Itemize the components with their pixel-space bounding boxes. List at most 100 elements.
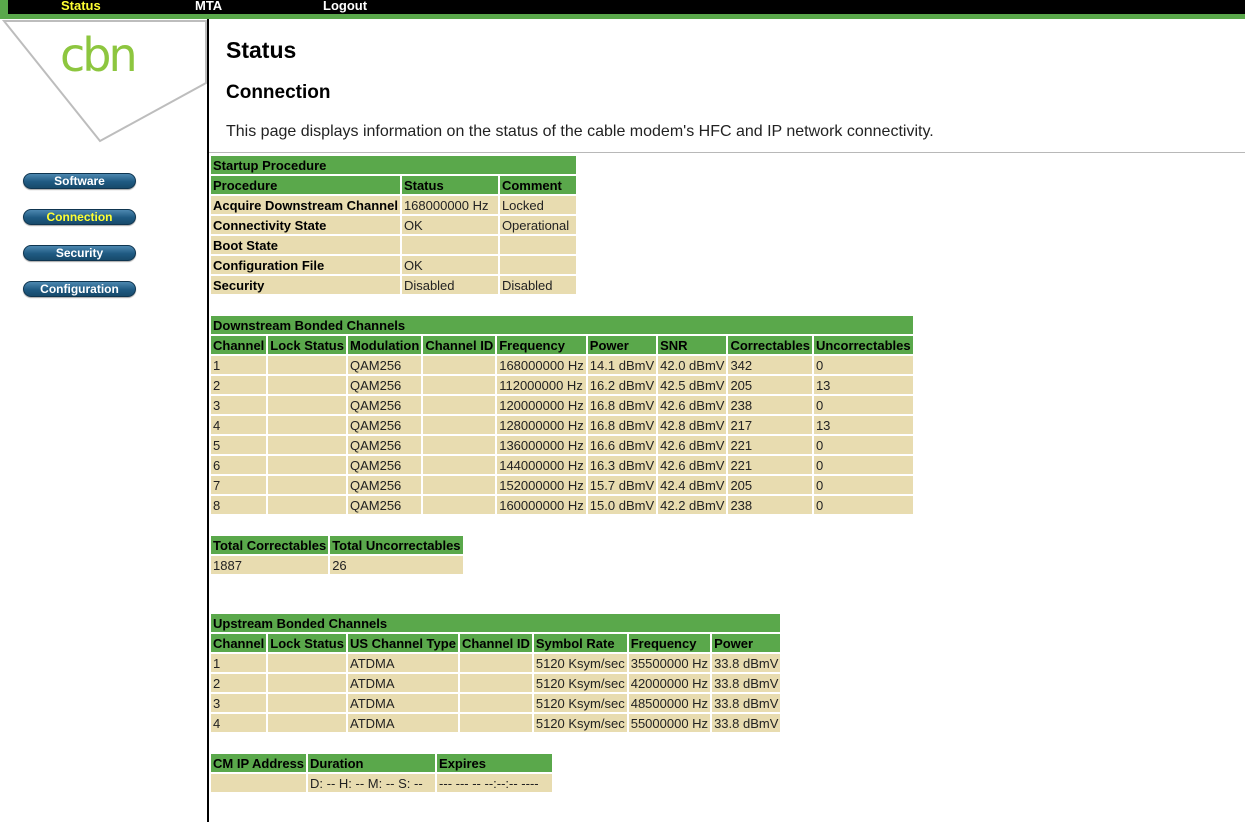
table-row: 7 QAM256 152000000 Hz 15.7 dBmV 42.4 dBmV 205… <box>211 476 913 494</box>
table-cell: 16.8 dBmV <box>587 416 657 434</box>
table-row: 2 ATDMA 5120 Ksym/sec 42000000 Hz 33.8 dBmV <box>211 674 781 692</box>
table-cell <box>423 456 496 474</box>
table-cell: ATDMA <box>347 694 458 712</box>
table-cell: QAM256 <box>347 376 422 394</box>
column-header: Frequency <box>497 336 586 354</box>
table-cell: Configuration File <box>211 256 400 274</box>
table-cell: 16.8 dBmV <box>587 396 657 414</box>
column-header: Channel ID <box>459 634 532 652</box>
table-cell: Locked <box>499 196 576 214</box>
page-description: This page displays information on the st… <box>226 123 934 140</box>
nav-logout[interactable]: Logout <box>323 0 367 13</box>
table-row: Connectivity State OK Operational <box>211 216 576 234</box>
table-row: 3 QAM256 120000000 Hz 16.8 dBmV 42.6 dBmV 238… <box>211 396 913 414</box>
table-cell: QAM256 <box>347 436 422 454</box>
table-cell <box>268 396 346 414</box>
table-cell: ATDMA <box>347 654 458 672</box>
page-title: Status <box>226 37 297 63</box>
sidebar-item-configuration[interactable]: Configuration <box>23 281 136 297</box>
table-cell: 205 <box>728 476 812 494</box>
table-cell: 6 <box>211 456 267 474</box>
table-cell: QAM256 <box>347 356 422 374</box>
table-row: 3 ATDMA 5120 Ksym/sec 48500000 Hz 33.8 dBmV <box>211 694 781 712</box>
table-cell: 42.5 dBmV <box>658 376 727 394</box>
table-cell: 3 <box>211 396 267 414</box>
table-cell: Boot State <box>211 236 400 254</box>
table-row: 5 QAM256 136000000 Hz 16.6 dBmV 42.6 dBmV 221… <box>211 436 913 454</box>
table-row: Boot State <box>211 236 576 254</box>
table-cell: 112000000 Hz <box>497 376 586 394</box>
table-row: 6 QAM256 144000000 Hz 16.3 dBmV 42.6 dBmV 221… <box>211 456 913 474</box>
column-header: Power <box>712 634 781 652</box>
nav-status[interactable]: Status <box>61 0 101 13</box>
table-cell: QAM256 <box>347 496 422 514</box>
table-cell: OK <box>401 256 498 274</box>
column-header: Duration <box>308 754 436 772</box>
table-cell <box>268 714 346 732</box>
table-cell <box>423 476 496 494</box>
nav-mta[interactable]: MTA <box>195 0 222 13</box>
table-cell <box>268 694 346 712</box>
table-row: Acquire Downstream Channel 168000000 Hz … <box>211 196 576 214</box>
table-cell: 5120 Ksym/sec <box>533 674 627 692</box>
table-cell: 33.8 dBmV <box>712 654 781 672</box>
table-cell: 42.4 dBmV <box>658 476 727 494</box>
table-cell: 217 <box>728 416 812 434</box>
table-cell: 55000000 Hz <box>628 714 711 732</box>
total-correctables-value: 1887 <box>211 556 329 574</box>
sidebar-item-software[interactable]: Software <box>23 173 136 189</box>
table-cell <box>268 476 346 494</box>
table-cell: 4 <box>211 416 267 434</box>
table-caption: Startup Procedure <box>211 156 576 174</box>
totals-table: Total Correctables Total Uncorrectables … <box>209 534 465 576</box>
column-header: Channel <box>211 634 267 652</box>
table-row: Configuration File OK <box>211 256 576 274</box>
table-cell: 168000000 Hz <box>497 356 586 374</box>
table-cell <box>268 436 346 454</box>
top-nav-left-accent <box>0 0 8 14</box>
expires-value: --- --- -- --:--:-- ---- <box>437 774 553 792</box>
table-cell: 0 <box>813 476 913 494</box>
table-cell: OK <box>401 216 498 234</box>
table-row: 8 QAM256 160000000 Hz 15.0 dBmV 42.2 dBmV 238… <box>211 496 913 514</box>
table-cell <box>423 356 496 374</box>
sidebar-item-connection[interactable]: Connection <box>23 209 136 225</box>
table-cell: 2 <box>211 674 267 692</box>
startup-procedure-table: Startup Procedure Procedure Status Comme… <box>209 154 578 296</box>
table-cell: 3 <box>211 694 267 712</box>
table-cell: 144000000 Hz <box>497 456 586 474</box>
table-cell <box>401 236 498 254</box>
table-cell: 42.6 dBmV <box>658 456 727 474</box>
table-cell: 205 <box>728 376 812 394</box>
table-cell <box>459 674 532 692</box>
sidebar-item-security[interactable]: Security <box>23 245 136 261</box>
section-title: Connection <box>226 82 331 103</box>
table-row: 2 QAM256 112000000 Hz 16.2 dBmV 42.5 dBmV 205… <box>211 376 913 394</box>
table-cell <box>268 496 346 514</box>
column-header: Lock Status <box>268 336 346 354</box>
table-cell: 120000000 Hz <box>497 396 586 414</box>
table-cell: 42000000 Hz <box>628 674 711 692</box>
table-cell: 238 <box>728 396 812 414</box>
table-cell: 4 <box>211 714 267 732</box>
table-cell <box>268 674 346 692</box>
table-cell: 33.8 dBmV <box>712 694 781 712</box>
brand-logo: cbn <box>60 28 138 82</box>
table-row: 1 ATDMA 5120 Ksym/sec 35500000 Hz 33.8 dBmV <box>211 654 781 672</box>
column-header: Comment <box>499 176 576 194</box>
table-cell: 1 <box>211 654 267 672</box>
table-cell: 33.8 dBmV <box>712 714 781 732</box>
table-cell: 0 <box>813 456 913 474</box>
table-cell: 128000000 Hz <box>497 416 586 434</box>
table-row: 1 QAM256 168000000 Hz 14.1 dBmV 42.0 dBmV 342… <box>211 356 913 374</box>
table-cell: 42.6 dBmV <box>658 436 727 454</box>
table-row: 1887 26 <box>211 556 463 574</box>
table-cell: 342 <box>728 356 812 374</box>
table-cell: 14.1 dBmV <box>587 356 657 374</box>
column-header: Total Uncorrectables <box>330 536 463 554</box>
table-cell <box>423 416 496 434</box>
column-header: Total Correctables <box>211 536 329 554</box>
table-cell: 16.6 dBmV <box>587 436 657 454</box>
table-cell: 5120 Ksym/sec <box>533 654 627 672</box>
table-caption: Downstream Bonded Channels <box>211 316 913 334</box>
